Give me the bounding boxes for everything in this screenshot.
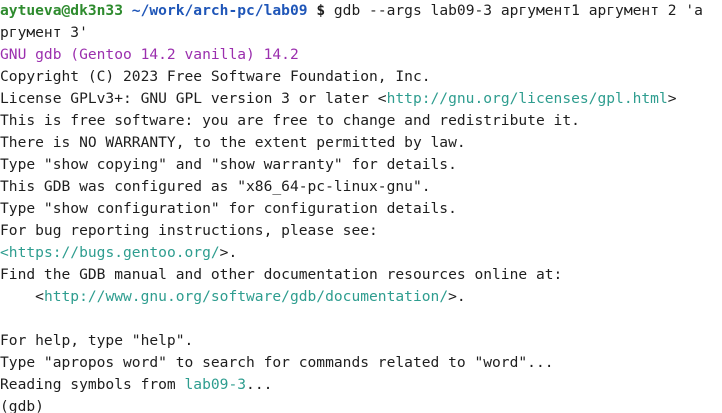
- show-config-line: Type "show configuration" for configurat…: [0, 200, 457, 217]
- command-text: gdb --args lab09-3 аргумент1 аргумент 2 …: [325, 2, 703, 19]
- doc-url-prefix: <: [0, 288, 44, 305]
- bug-url-line: <https://bugs.gentoo.org/>.: [0, 242, 722, 264]
- apropos-line: Type "apropos word" to search for comman…: [0, 354, 554, 371]
- license-link[interactable]: http://gnu.org/licenses/gpl.html: [387, 90, 668, 107]
- command-line: aytueva@dk3n33 ~/work/arch-pc/lab09 $ gd…: [0, 0, 722, 22]
- bug-url-prefix: <: [0, 244, 9, 261]
- reading-symbols-line: Reading symbols from lab09-3...: [0, 374, 722, 396]
- prompt-path: ~/work/arch-pc/lab09: [123, 2, 308, 19]
- license-prefix: License GPLv3+: GNU GPL version 3 or lat…: [0, 90, 387, 107]
- terminal-window[interactable]: aytueva@dk3n33 ~/work/arch-pc/lab09 $ gd…: [0, 0, 722, 413]
- free-software-line: This is free software: you are free to c…: [0, 112, 580, 129]
- bug-link[interactable]: https://bugs.gentoo.org/: [9, 244, 220, 261]
- command-line-wrap: ргумент 3': [0, 22, 722, 44]
- configured-line: This GDB was configured as "x86_64-pc-li…: [0, 178, 431, 195]
- gdb-prompt-line[interactable]: (gdb): [0, 396, 722, 413]
- show-copying-line: Type "show copying" and "show warranty" …: [0, 156, 457, 173]
- reading-prefix: Reading symbols from: [0, 376, 185, 393]
- bug-url-suffix: >.: [219, 244, 238, 261]
- reading-suffix: ...: [246, 376, 273, 393]
- copyright-line: Copyright (C) 2023 Free Software Foundat…: [0, 68, 431, 85]
- bug-reporting-line: For bug reporting instructions, please s…: [0, 222, 378, 239]
- doc-url-suffix: >.: [448, 288, 466, 305]
- prompt-user-host: aytueva@dk3n33: [0, 2, 124, 19]
- prompt-sign: $: [307, 2, 326, 19]
- find-manual-line: Find the GDB manual and other documentat…: [0, 266, 563, 283]
- doc-link[interactable]: http://www.gnu.org/software/gdb/document…: [44, 288, 448, 305]
- license-line: License GPLv3+: GNU GPL version 3 or lat…: [0, 88, 722, 110]
- no-warranty-line: There is NO WARRANTY, to the extent perm…: [0, 134, 466, 151]
- doc-url-line: <http://www.gnu.org/software/gdb/documen…: [0, 286, 722, 308]
- reading-file: lab09-3: [184, 376, 247, 393]
- gdb-banner: GNU gdb (Gentoo 14.2 vanilla) 14.2: [0, 46, 299, 63]
- license-suffix: >: [667, 90, 677, 107]
- gdb-prompt: (gdb): [0, 398, 44, 413]
- command-text-wrap: ргумент 3': [0, 24, 88, 41]
- help-line: For help, type "help".: [0, 332, 194, 349]
